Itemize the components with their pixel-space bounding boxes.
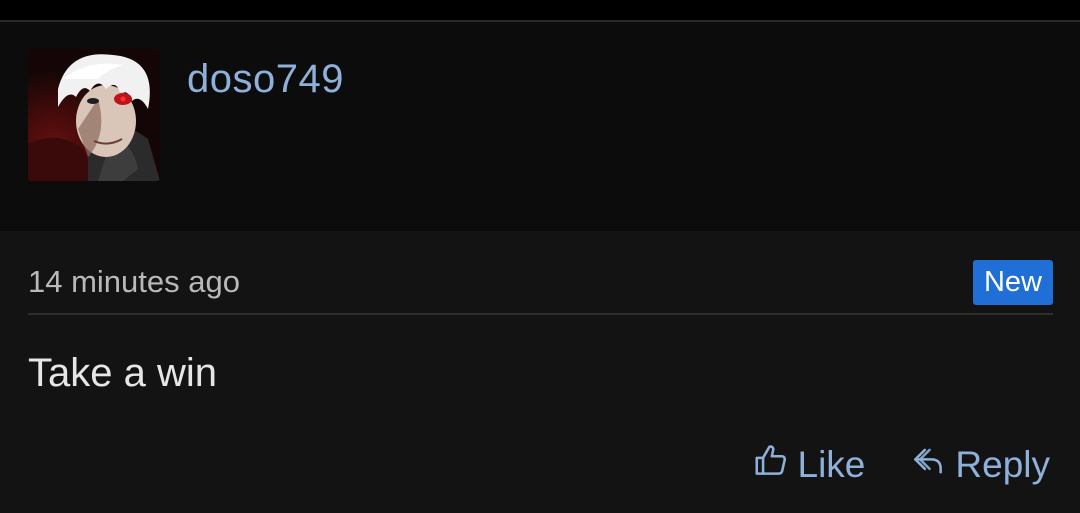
post-timestamp[interactable]: 14 minutes ago bbox=[28, 264, 240, 300]
reply-button[interactable]: Reply bbox=[909, 442, 1050, 489]
post-message: Take a win bbox=[28, 351, 217, 395]
new-badge: New bbox=[972, 260, 1053, 305]
like-label: Like bbox=[797, 444, 866, 485]
reply-arrow-icon bbox=[909, 442, 947, 489]
post-body: 14 minutes ago New Take a win Like Reply bbox=[0, 231, 1080, 513]
top-bar bbox=[0, 0, 1080, 22]
avatar[interactable] bbox=[28, 49, 160, 181]
username-link[interactable]: doso749 bbox=[187, 57, 344, 102]
post-actions: Like Reply bbox=[752, 442, 1050, 489]
reply-label: Reply bbox=[955, 444, 1050, 485]
avatar-image bbox=[28, 49, 160, 181]
thumbs-up-icon bbox=[752, 442, 790, 489]
like-button[interactable]: Like bbox=[752, 442, 866, 489]
post-user-header: doso749 bbox=[0, 22, 1080, 253]
post-meta-row: 14 minutes ago New bbox=[28, 231, 1053, 315]
